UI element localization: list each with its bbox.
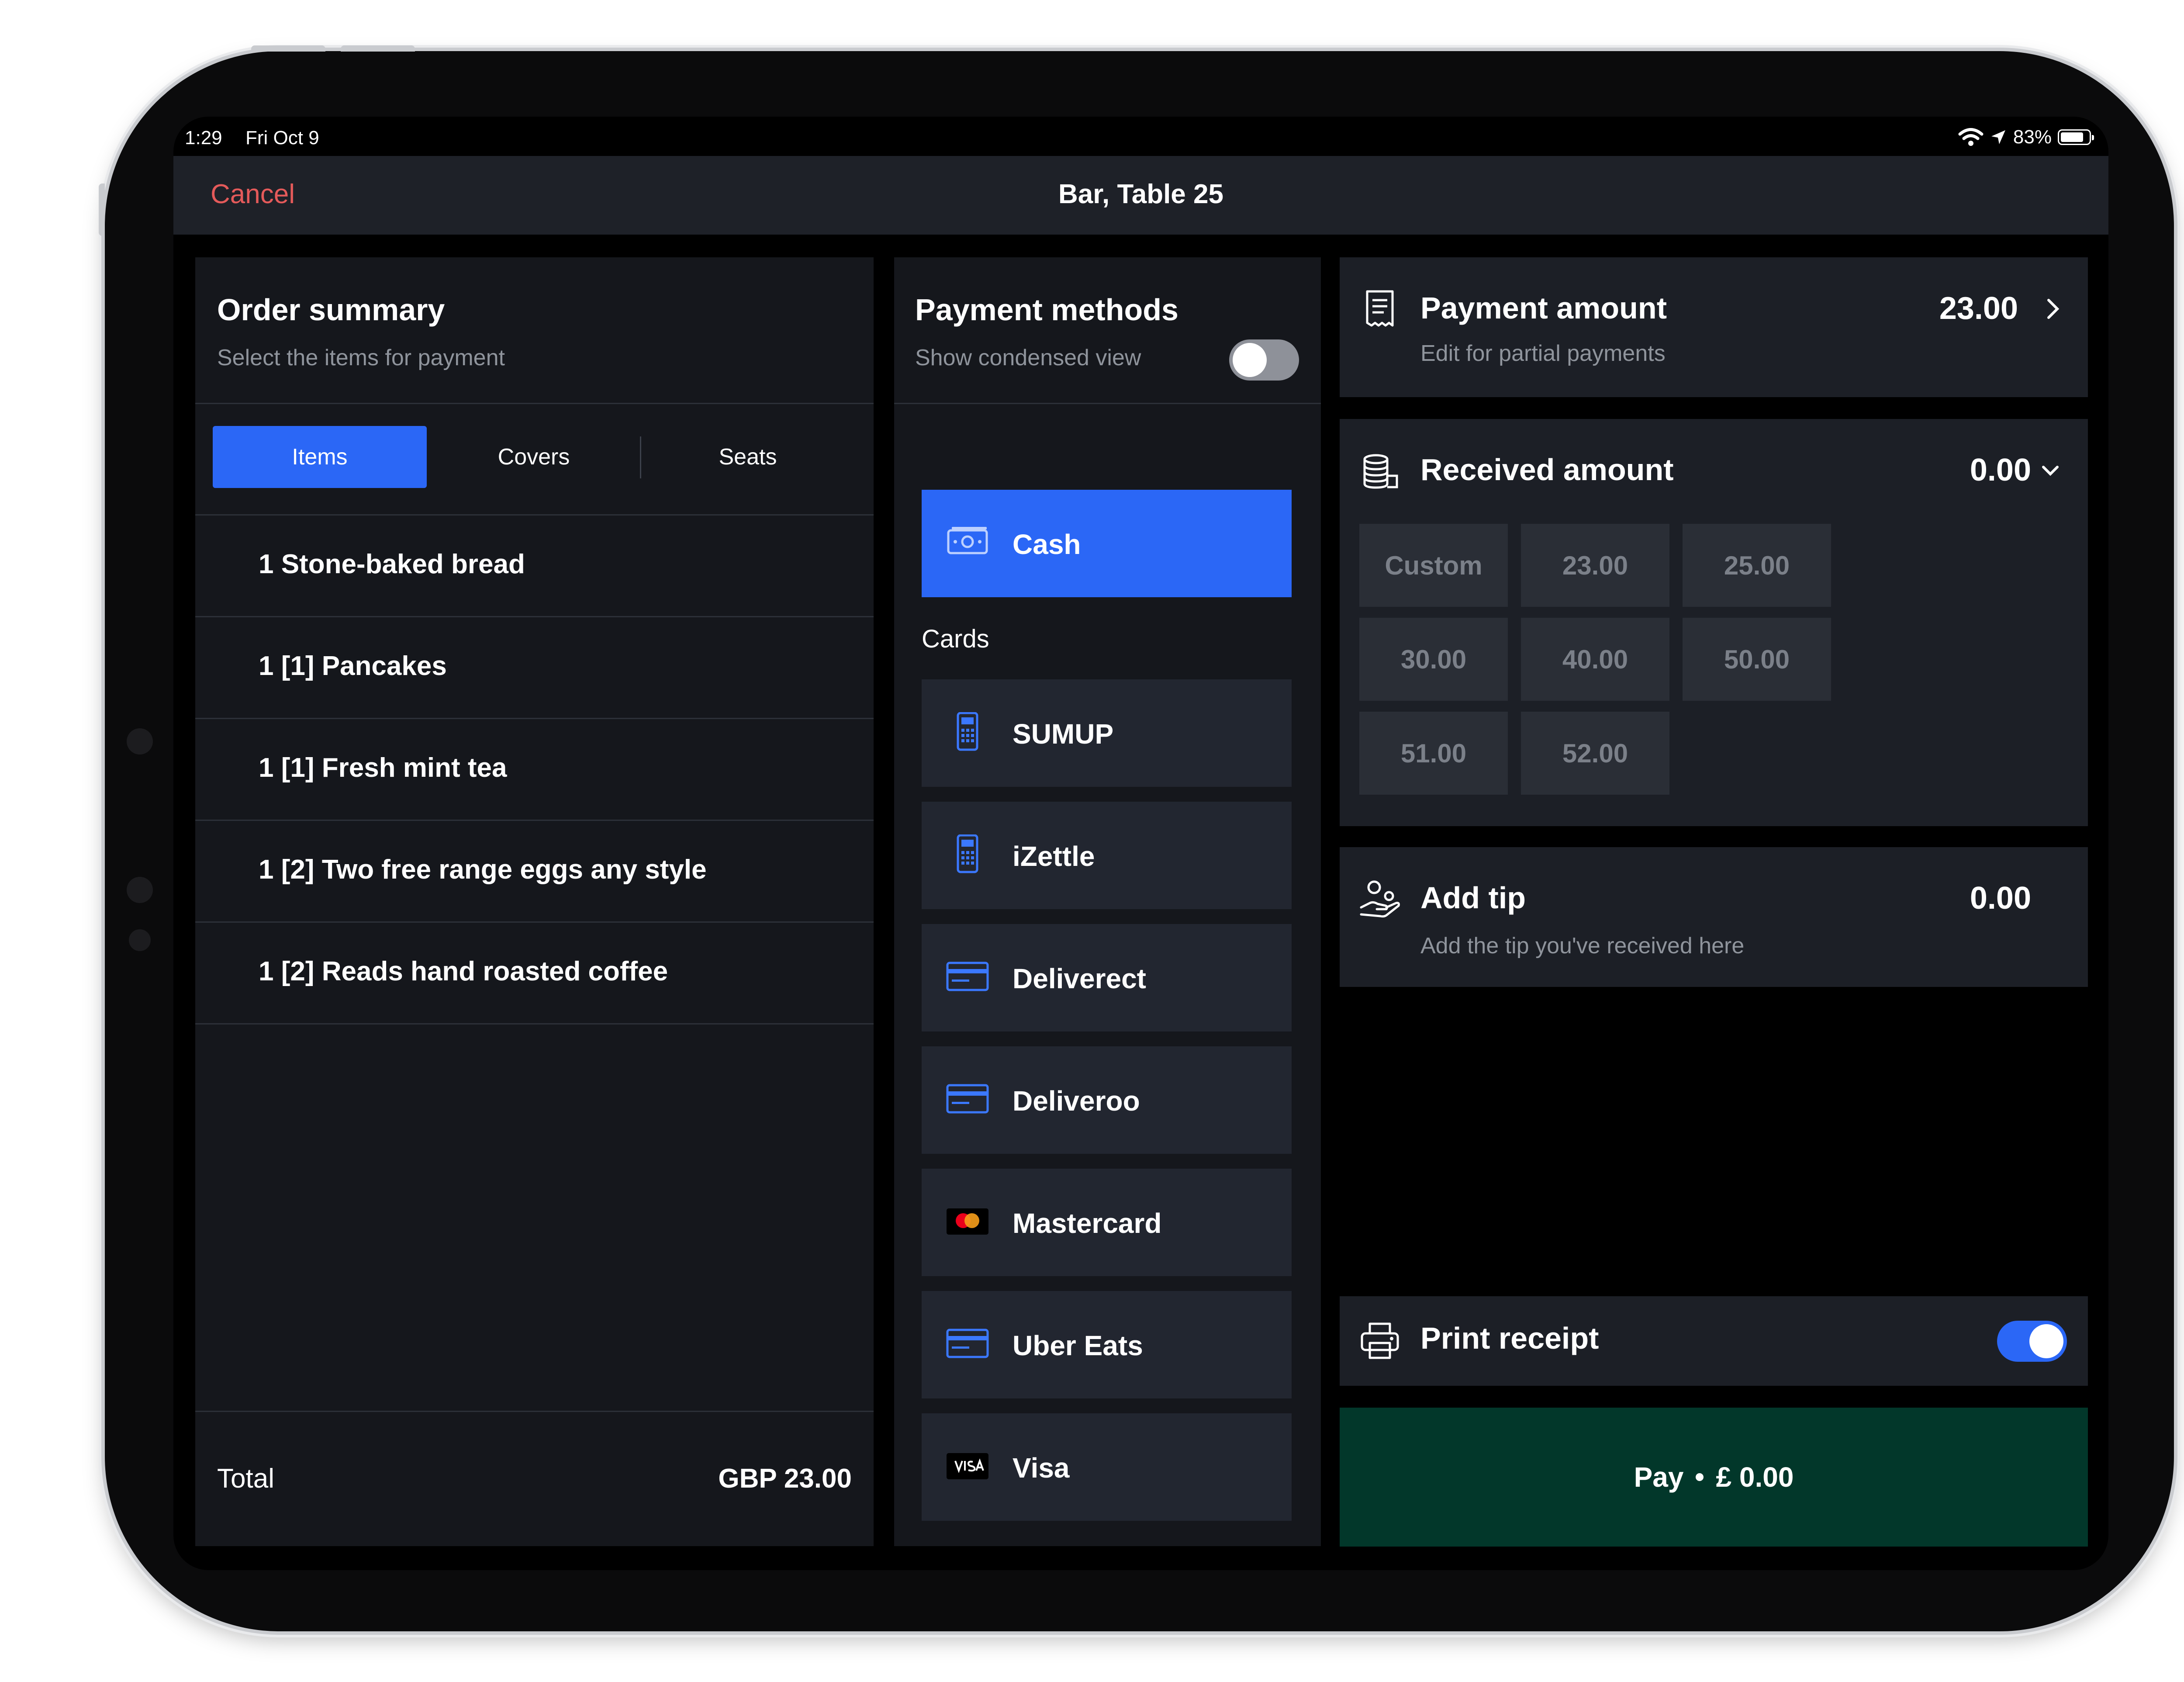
volume-button <box>251 45 325 52</box>
amount-option[interactable]: 52.00 <box>1521 712 1669 795</box>
payment-method-cash[interactable]: Cash <box>922 490 1292 597</box>
add-tip-label: Add tip <box>1420 881 1526 915</box>
order-item-label: 1 [2] Two free range eggs any style <box>259 855 707 885</box>
total-value: GBP 23.00 <box>718 1464 852 1494</box>
received-amount-value: 0.00 <box>1970 453 2031 488</box>
segment-divider <box>640 436 641 478</box>
pay-label: Pay <box>1634 1461 1684 1493</box>
pay-amount: £ 0.00 <box>1716 1461 1794 1493</box>
payment-amount-card[interactable]: Payment amount 23.00 Edit for partial pa… <box>1340 257 2088 397</box>
condensed-view-label: Show condensed view <box>915 345 1141 370</box>
amount-option[interactable]: 30.00 <box>1359 618 1508 701</box>
payment-method-label: Deliverect <box>1013 963 1146 994</box>
payment-method-label: SUMUP <box>1013 718 1114 750</box>
order-item-label: 1 [1] Fresh mint tea <box>259 753 507 783</box>
amount-option-custom[interactable]: Custom <box>1359 524 1508 607</box>
payment-method-visa[interactable]: Visa <box>922 1413 1292 1521</box>
payment-methods-title: Payment methods <box>915 293 1178 327</box>
received-amount-card: Received amount 0.00 Custom 23.00 25.00 … <box>1340 419 2088 826</box>
screen: 1:29 Fri Oct 9 83% Cancel Bar, Table 25 … <box>173 117 2108 1570</box>
print-receipt-toggle[interactable] <box>1997 1321 2067 1362</box>
order-item-row[interactable]: 1 [1] Fresh mint tea <box>195 719 874 821</box>
separator-dot <box>1696 1473 1704 1481</box>
total-label: Total <box>217 1464 274 1494</box>
payment-method-uber-eats[interactable]: Uber Eats <box>922 1291 1292 1398</box>
payment-method-label: Visa <box>1013 1452 1070 1484</box>
divider <box>195 403 874 404</box>
camera-dot <box>129 929 151 951</box>
print-receipt-row: Print receipt <box>1340 1296 2088 1386</box>
order-summary-title: Order summary <box>217 293 445 327</box>
camera-dot <box>127 728 153 754</box>
battery-percent: 83% <box>2013 126 2052 148</box>
wifi-icon <box>1958 128 1984 146</box>
tip-value: 0.00 <box>1970 881 2031 916</box>
order-summary-panel: Order summary Select the items for payme… <box>195 257 874 1546</box>
payment-method-label: Uber Eats <box>1013 1330 1143 1361</box>
status-bar: 1:29 Fri Oct 9 83% <box>173 117 2108 156</box>
payment-method-label: Cash <box>1013 529 1081 560</box>
add-tip-card[interactable]: Add tip 0.00 Add the tip you've received… <box>1340 847 2088 987</box>
battery-icon <box>2058 129 2094 145</box>
order-item-row[interactable]: 1 [2] Reads hand roasted coffee <box>195 923 874 1024</box>
mastercard-icon <box>947 1208 988 1235</box>
condensed-view-toggle[interactable] <box>1229 339 1299 381</box>
order-item-label: 1 Stone-baked bread <box>259 549 525 579</box>
receipt-icon <box>1366 290 1394 327</box>
print-receipt-label: Print receipt <box>1420 1321 1599 1355</box>
divider <box>195 1411 874 1412</box>
cards-heading: Cards <box>922 625 989 653</box>
chevron-down-icon[interactable] <box>2040 463 2061 478</box>
divider <box>894 403 1321 404</box>
coins-icon <box>1363 454 1398 489</box>
credit-card-icon <box>946 1329 989 1358</box>
add-tip-subtitle: Add the tip you've received here <box>1420 933 1745 959</box>
order-item-label: 1 [2] Reads hand roasted coffee <box>259 956 668 986</box>
visa-icon <box>947 1453 988 1479</box>
payment-method-label: Deliveroo <box>1013 1085 1140 1117</box>
tab-covers[interactable]: Covers <box>431 426 636 488</box>
nav-bar: Cancel Bar, Table 25 <box>173 156 2108 235</box>
tab-items[interactable]: Items <box>213 426 427 488</box>
amount-option[interactable]: 25.00 <box>1683 524 1831 607</box>
payment-methods-panel: Payment methods Show condensed view Cash… <box>894 257 1321 1546</box>
payment-amount-label: Payment amount <box>1420 291 1667 325</box>
printer-icon <box>1361 1322 1399 1359</box>
side-button <box>99 183 105 236</box>
order-item-label: 1 [1] Pancakes <box>259 651 447 681</box>
amount-option[interactable]: 50.00 <box>1683 618 1831 701</box>
order-item-row[interactable]: 1 [2] Two free range eggs any style <box>195 821 874 923</box>
payment-method-izettle[interactable]: iZettle <box>922 802 1292 909</box>
volume-button <box>341 45 415 52</box>
amount-option[interactable]: 40.00 <box>1521 618 1669 701</box>
payment-method-label: iZettle <box>1013 841 1095 872</box>
chevron-right-icon <box>2047 299 2060 319</box>
payment-amount-subtitle: Edit for partial payments <box>1420 341 1666 366</box>
payment-method-sumup[interactable]: SUMUP <box>922 679 1292 787</box>
credit-card-icon <box>946 962 989 991</box>
order-item-row[interactable]: 1 Stone-baked bread <box>195 516 874 617</box>
card-terminal-icon <box>957 834 978 873</box>
payment-method-deliverect[interactable]: Deliverect <box>922 924 1292 1031</box>
status-time: 1:29 <box>185 127 222 149</box>
payment-method-deliveroo[interactable]: Deliveroo <box>922 1046 1292 1154</box>
tab-seats[interactable]: Seats <box>643 426 853 488</box>
order-summary-subtitle: Select the items for payment <box>217 345 505 370</box>
received-amount-label: Received amount <box>1420 453 1674 487</box>
payment-method-label: Mastercard <box>1013 1208 1162 1239</box>
pay-button[interactable]: Pay £ 0.00 <box>1340 1408 2088 1547</box>
amount-option[interactable]: 51.00 <box>1359 712 1508 795</box>
payment-amount-value: 23.00 <box>1939 291 2018 326</box>
location-arrow-icon <box>1991 130 2005 144</box>
credit-card-icon <box>946 1084 989 1114</box>
hand-coin-icon <box>1360 880 1400 918</box>
payment-method-mastercard[interactable]: Mastercard <box>922 1169 1292 1276</box>
cash-icon <box>947 527 988 554</box>
card-terminal-icon <box>957 712 978 751</box>
order-item-row[interactable]: 1 [1] Pancakes <box>195 617 874 719</box>
amount-option[interactable]: 23.00 <box>1521 524 1669 607</box>
camera-dot <box>127 877 153 903</box>
page-title: Bar, Table 25 <box>1058 179 1223 209</box>
status-date: Fri Oct 9 <box>245 127 319 149</box>
